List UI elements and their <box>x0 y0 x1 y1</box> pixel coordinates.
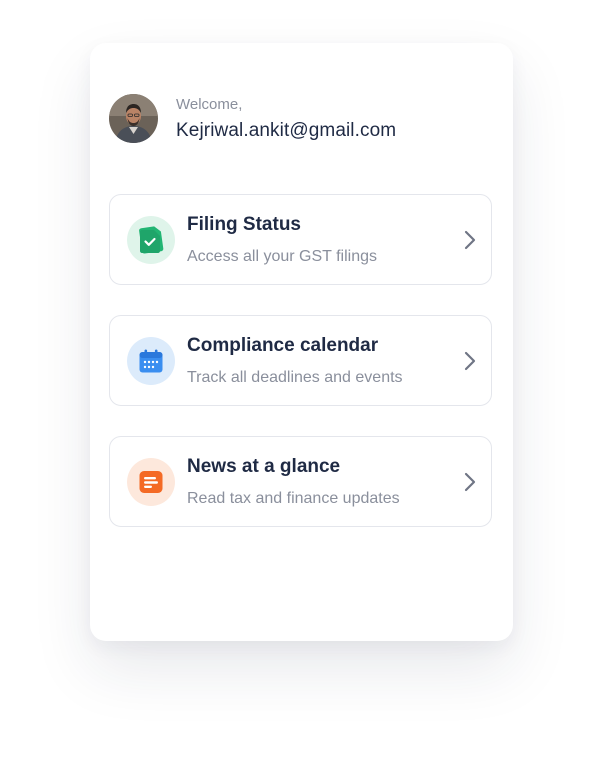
user-profile: Welcome, Kejriwal.ankit@gmail.com <box>109 94 396 143</box>
menu-card: Welcome, Kejriwal.ankit@gmail.com Filing… <box>90 43 513 641</box>
document-check-icon <box>139 226 164 254</box>
compliance-calendar-title: Compliance calendar <box>187 335 379 356</box>
filing-status-icon-badge <box>127 216 175 264</box>
news-title: News at a glance <box>187 456 341 477</box>
news-icon-badge <box>127 458 175 506</box>
user-photo-icon <box>109 94 158 143</box>
user-email: Kejriwal.ankit@gmail.com <box>176 119 397 141</box>
welcome-label: Welcome, <box>176 95 243 113</box>
filing-status-title: Filing Status <box>187 214 301 235</box>
newspaper-icon <box>139 471 163 493</box>
menu-item-compliance-calendar[interactable]: Compliance calendar Track all deadlines … <box>109 315 492 406</box>
compliance-calendar-icon-badge <box>127 337 175 385</box>
chevron-right-icon <box>463 471 477 493</box>
menu-item-news[interactable]: News at a glance Read tax and finance up… <box>109 436 492 527</box>
avatar[interactable] <box>109 94 158 143</box>
compliance-calendar-subtitle: Track all deadlines and events <box>187 369 403 386</box>
page-background: Welcome, Kejriwal.ankit@gmail.com Filing… <box>0 0 603 777</box>
chevron-right-icon <box>463 229 477 251</box>
chevron-right-icon <box>463 350 477 372</box>
calendar-icon <box>139 349 163 373</box>
filing-status-subtitle: Access all your GST filings <box>187 248 377 265</box>
menu-item-filing-status[interactable]: Filing Status Access all your GST filing… <box>109 194 492 285</box>
news-subtitle: Read tax and finance updates <box>187 490 400 507</box>
